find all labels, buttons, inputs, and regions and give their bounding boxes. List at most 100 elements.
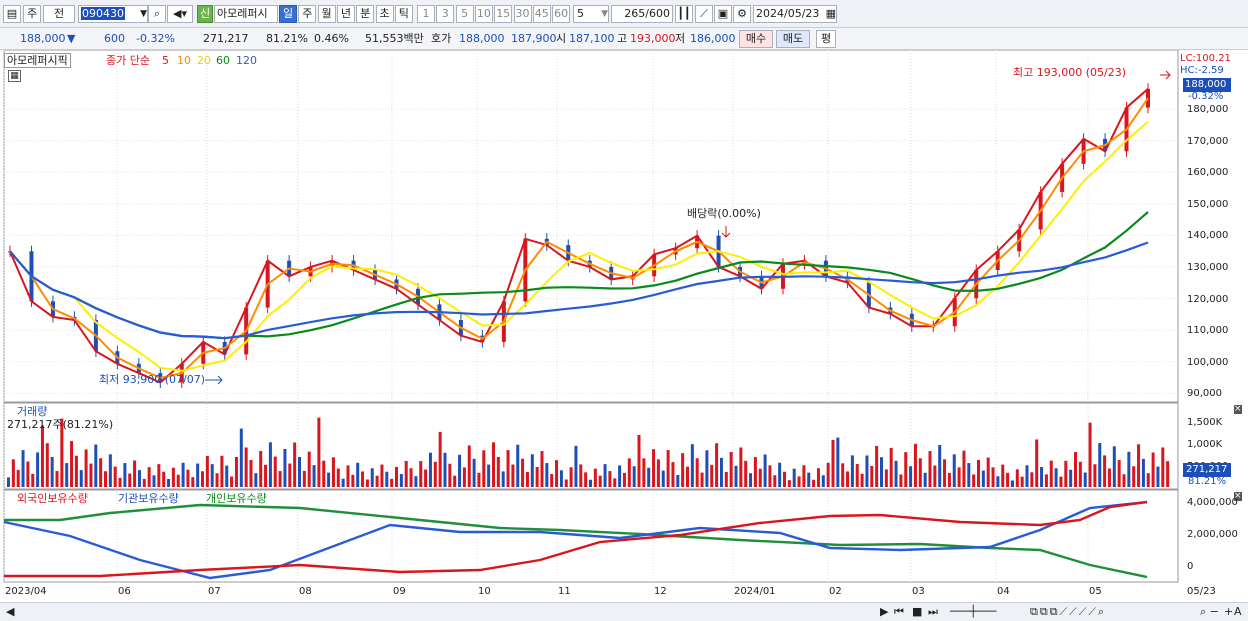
volume-bar	[812, 479, 816, 487]
volume-bar	[331, 457, 335, 487]
period-0-button[interactable]: 일	[279, 5, 297, 23]
period-3-button[interactable]: 년	[336, 5, 355, 23]
interval-4-button[interactable]: 15	[494, 5, 513, 23]
volume-bar	[448, 463, 452, 487]
volume-bar	[535, 466, 539, 487]
period-5-button[interactable]: 초	[375, 5, 394, 23]
font-size-icon[interactable]: A	[1234, 605, 1242, 619]
period-1-button[interactable]: 주	[298, 5, 317, 23]
tool-icons[interactable]: ⧉⧉⧉⟋⟋⟋⟋⌕	[1030, 605, 1106, 619]
bar-count-max: /600	[645, 7, 670, 20]
last-page-icon[interactable]: ⏭	[928, 605, 938, 619]
x-axis-tick: 05/23	[1187, 586, 1216, 597]
volume-axis-tick: 1,000K	[1187, 439, 1223, 450]
sell-button[interactable]: 매도	[776, 30, 810, 48]
period-6-button[interactable]: 틱	[394, 5, 413, 23]
scroll-left-icon[interactable]: ◀	[6, 605, 14, 619]
speaker-icon[interactable]: ◀▾	[167, 5, 193, 23]
volume-bar	[831, 439, 835, 487]
eval-button[interactable]: 평	[816, 30, 836, 48]
volume-bar	[972, 474, 976, 487]
save-icon[interactable]: ▣	[714, 5, 732, 23]
grid-icon[interactable]: ▦	[8, 70, 21, 82]
foreign-holding-label: 외국인보유수량	[17, 492, 88, 505]
scroll-right-icon[interactable]: ▶	[880, 605, 888, 619]
calendar-icon[interactable]: ▦	[826, 6, 836, 22]
volume-bar	[909, 466, 913, 487]
period-4-button[interactable]: 분	[356, 5, 375, 23]
period-type-select[interactable]: 주	[23, 5, 41, 23]
volume-bar	[865, 455, 869, 487]
volume-bar	[167, 479, 171, 487]
volume-bar	[375, 475, 379, 487]
period-2-button[interactable]: 월	[317, 5, 336, 23]
volume-bar	[884, 469, 888, 487]
chart-area[interactable]: 아모레퍼시픽 종가 단순 5 10 20 60 120 ▦ LC:100.21 …	[0, 49, 1248, 602]
date-input[interactable]: 2024/05/23 ▦	[753, 5, 837, 23]
stop-icon[interactable]: ■	[912, 605, 922, 619]
x-axis-tick: 2023/04	[5, 586, 47, 597]
volume-bar	[841, 463, 845, 487]
volume-bar	[186, 469, 190, 487]
dividend-note: 배당락(0.00%)	[687, 207, 761, 220]
interval-2-button[interactable]: 5	[455, 5, 474, 23]
interval-6-button[interactable]: 45	[532, 5, 551, 23]
interval-5-button[interactable]: 30	[513, 5, 532, 23]
interval-3-button[interactable]: 10	[474, 5, 493, 23]
volume-bar	[686, 466, 689, 487]
stock-name-field: 아모레퍼시	[214, 5, 278, 23]
volume-bar	[778, 462, 782, 487]
volume-bar	[1122, 474, 1126, 487]
interval-7-button[interactable]: 60	[552, 5, 571, 23]
volume-bar	[1074, 452, 1077, 487]
volume-bar	[511, 464, 515, 487]
volume-bar	[913, 443, 917, 487]
volume-bar	[671, 462, 675, 487]
volume-bar	[341, 478, 345, 487]
stock-chart-svg[interactable]	[0, 49, 1248, 602]
volume-bar	[123, 463, 127, 487]
market-label: 전	[53, 7, 65, 20]
draw-tool-icon[interactable]: ⟋	[695, 5, 713, 23]
x-axis-tick: 06	[118, 586, 131, 597]
volume-close-icon[interactable]: ×	[1234, 405, 1242, 414]
holding-axis-tick: 0	[1187, 561, 1194, 572]
chart-menu-icon[interactable]: ▤	[3, 5, 21, 23]
market-select[interactable]: 전	[43, 5, 75, 23]
volume-bar	[453, 475, 457, 487]
chevron-down-icon[interactable]: ▼	[140, 6, 147, 22]
x-axis-tick: 12	[654, 586, 667, 597]
scroll-bar[interactable]: ◀ ▶ ⏮ ■ ⏭ ───┼─── ⧉⧉⧉⟋⟋⟋⟋⌕ ⌕ − + A	[0, 602, 1248, 621]
zoom-out-icon[interactable]: ⌕ −	[1200, 605, 1219, 619]
volume-bar	[288, 463, 292, 487]
volume-bar	[773, 475, 777, 487]
buy-button[interactable]: 매수	[739, 30, 773, 48]
first-page-icon[interactable]: ⏮	[894, 605, 904, 619]
trade-amount: 51,553백만	[365, 32, 424, 45]
ma-line-5	[9, 88, 1149, 384]
interval-value-select[interactable]: 5 ▼	[573, 5, 609, 23]
search-icon[interactable]: ⌕	[148, 5, 166, 23]
volume-bar	[705, 450, 709, 487]
volume-bar	[695, 458, 699, 487]
interval-1-button[interactable]: 3	[436, 5, 455, 23]
bar-count-field[interactable]: 265/600	[611, 5, 673, 23]
ma-label: 종가 단순	[106, 54, 150, 67]
volume-bar	[933, 465, 937, 487]
chevron-down-icon[interactable]: ▼	[601, 6, 608, 22]
stock-code-input[interactable]: 090430 ▼	[78, 5, 148, 23]
current-pct-tag: -0.32%	[1188, 91, 1224, 102]
volume-bar	[618, 465, 622, 487]
candle-style-icon[interactable]: ┃┃	[675, 5, 693, 23]
ma-line-20	[9, 120, 1149, 372]
volume-bar	[142, 478, 146, 487]
zoom-in-icon[interactable]: +	[1224, 605, 1233, 619]
volume-bar	[302, 470, 306, 487]
volume-bar	[1044, 474, 1048, 487]
volume-bar	[545, 463, 549, 487]
volume-bar	[409, 468, 413, 487]
interval-0-button[interactable]: 1	[417, 5, 435, 23]
zoom-slider[interactable]: ───┼───	[950, 605, 996, 619]
gear-icon[interactable]: ⚙	[733, 5, 751, 23]
x-axis-tick: 03	[912, 586, 925, 597]
